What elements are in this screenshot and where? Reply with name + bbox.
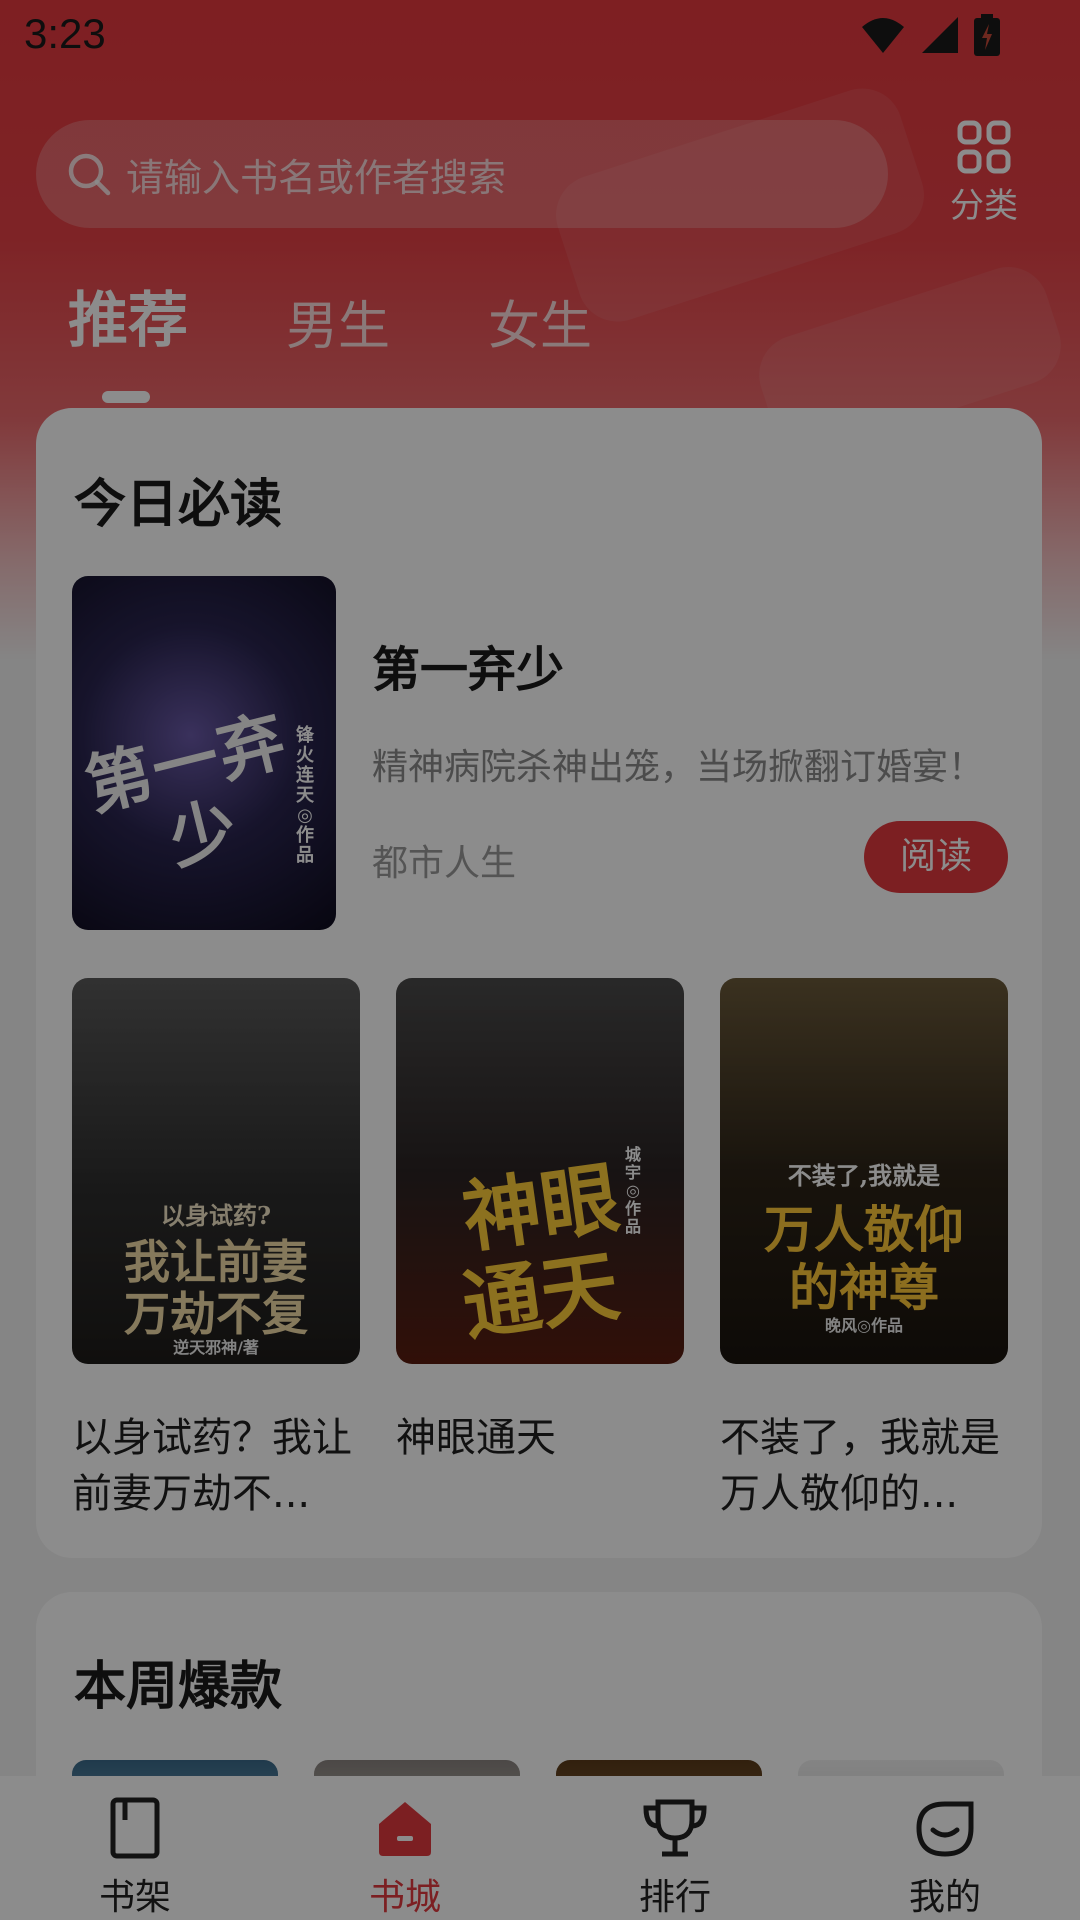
status-icons bbox=[860, 14, 1000, 56]
category-button[interactable]: 分类 bbox=[930, 120, 1038, 230]
nav-ranking[interactable]: 排行 bbox=[540, 1776, 810, 1920]
tab-label: 男生 bbox=[286, 297, 391, 357]
cover-title: 的神尊 bbox=[789, 1258, 939, 1317]
tab-label: 女生 bbox=[488, 297, 593, 357]
book-item[interactable]: 以身试药? 我让前妻 万劫不复 逆天邪神/著 以身试药？我让前妻万劫不... bbox=[72, 978, 360, 1522]
cover-author: 锋火连天◎作品 bbox=[296, 725, 314, 866]
nav-label: 我的 bbox=[908, 1877, 981, 1918]
status-time: 3:23 bbox=[24, 10, 106, 57]
book-cover[interactable]: 以身试药? 我让前妻 万劫不复 逆天邪神/著 bbox=[72, 978, 360, 1364]
featured-book-description: 精神病院杀神出笼，当场掀翻订婚宴！ bbox=[372, 747, 985, 788]
cover-title: 第一弃少 bbox=[77, 700, 295, 879]
trophy-icon bbox=[643, 1799, 707, 1857]
nav-label: 书架 bbox=[98, 1877, 171, 1918]
section-title: 今日必读 bbox=[74, 475, 283, 535]
profile-icon bbox=[916, 1801, 974, 1857]
search-placeholder: 请输入书名或作者搜索 bbox=[126, 155, 507, 200]
bookstore-page: 3:23 请输入书名或作者搜索 分类 推荐 男生 女生 今日必读 第一弃少 锋火… bbox=[0, 0, 1080, 1920]
nav-bookshelf[interactable]: 书架 bbox=[0, 1776, 270, 1920]
cover-author: 逆天邪神/著 bbox=[173, 1338, 259, 1357]
featured-book-title[interactable]: 第一弃少 bbox=[372, 630, 564, 700]
read-button[interactable]: 阅读 bbox=[864, 821, 1008, 893]
book-cover[interactable]: 不装了,我就是 万人敬仰 的神尊 晚风◎作品 bbox=[720, 978, 1008, 1364]
tab-male[interactable]: 男生 bbox=[286, 284, 390, 359]
search-icon bbox=[68, 153, 111, 196]
book-title: 不装了，我就是万人敬仰的... bbox=[720, 1415, 1000, 1517]
category-label: 分类 bbox=[950, 186, 1018, 226]
bottom-navigation: 书架 书城 排行 我的 bbox=[0, 1776, 1080, 1920]
featured-book-cover[interactable]: 第一弃少 锋火连天◎作品 bbox=[72, 576, 336, 930]
book-cover[interactable]: 神眼 通天 城宇◎作品 bbox=[396, 978, 684, 1364]
section-title: 本周爆款 bbox=[74, 1657, 283, 1717]
wifi-icon bbox=[862, 18, 904, 53]
channel-tabs: 推荐 男生 女生 bbox=[68, 272, 690, 403]
cover-title: 不装了,我就是 bbox=[787, 1161, 941, 1190]
book-icon bbox=[110, 1797, 160, 1859]
book-item[interactable]: 神眼 通天 城宇◎作品 神眼通天 bbox=[396, 978, 684, 1522]
book-item[interactable]: 不装了,我就是 万人敬仰 的神尊 晚风◎作品 不装了，我就是万人敬仰的... bbox=[720, 978, 1008, 1522]
book-title: 以身试药？我让前妻万劫不... bbox=[72, 1415, 352, 1517]
tab-label: 推荐 bbox=[68, 286, 188, 356]
home-icon bbox=[379, 1802, 431, 1856]
featured-book-genre: 都市人生 bbox=[372, 843, 517, 884]
nav-label: 排行 bbox=[638, 1877, 711, 1918]
battery-icon bbox=[974, 14, 1000, 56]
nav-bookstore[interactable]: 书城 bbox=[270, 1776, 540, 1920]
book-title: 神眼通天 bbox=[396, 1415, 556, 1461]
signal-icon bbox=[922, 17, 958, 53]
status-bar: 3:23 bbox=[0, 0, 1080, 75]
tab-female[interactable]: 女生 bbox=[488, 284, 592, 359]
tab-active-indicator bbox=[102, 391, 150, 403]
daily-picks-card: 今日必读 第一弃少 锋火连天◎作品 第一弃少 精神病院杀神出笼，当场掀翻订婚宴！… bbox=[36, 408, 1042, 1558]
cover-author: 城宇◎作品 bbox=[624, 1145, 641, 1236]
grid-icon bbox=[957, 120, 1011, 174]
tab-recommend[interactable]: 推荐 bbox=[68, 272, 188, 403]
nav-profile[interactable]: 我的 bbox=[810, 1776, 1080, 1920]
search-input[interactable]: 请输入书名或作者搜索 bbox=[36, 120, 888, 228]
cover-author: 晚风◎作品 bbox=[825, 1316, 903, 1335]
nav-label: 书城 bbox=[368, 1877, 441, 1918]
